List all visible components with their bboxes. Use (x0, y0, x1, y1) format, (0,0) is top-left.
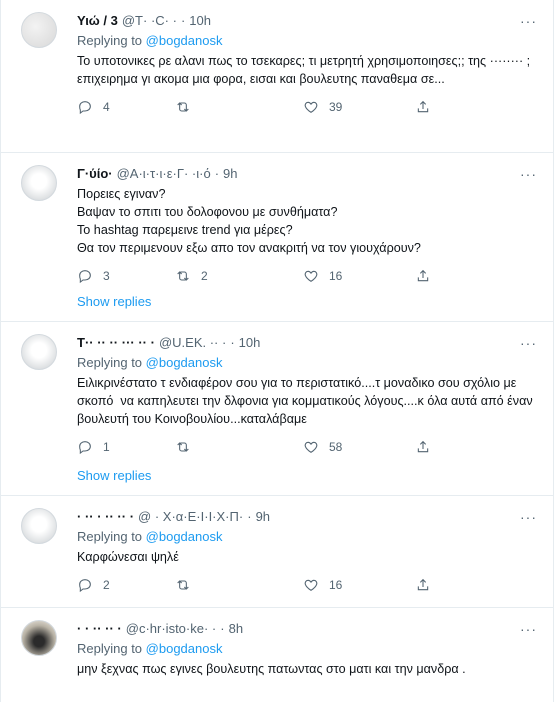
tweet-time[interactable]: 9h (223, 165, 237, 183)
replying-to: Replying to @bogdanosk (77, 641, 223, 656)
replying-to: Replying to @bogdanosk (77, 529, 223, 544)
tweet-text: Το υποτονικες ρε αλανι πως το τσεκαρες; … (77, 54, 534, 86)
tweet-time[interactable]: 9h (256, 508, 270, 526)
tweet-text: Πορειες εγιναν? Βαψαν το σπιτι του δολοφ… (77, 187, 421, 255)
reply-icon (79, 270, 91, 284)
heart-icon (304, 270, 318, 282)
show-replies-link[interactable]: Show replies (1, 460, 553, 496)
tweet-time[interactable]: 10h (189, 12, 211, 30)
share-button[interactable] (415, 439, 431, 455)
author-name[interactable]: · ·· · ·· ·· · (77, 508, 134, 526)
author-handle[interactable]: @ · Χ·α·Ε·Ι·Ι·Χ·Π· (138, 508, 243, 526)
share-icon (417, 269, 429, 282)
heart-icon (304, 101, 318, 113)
author-handle[interactable]: @Α·ι·τ·ι·ε·Γ· ·ι·ό (117, 165, 211, 183)
reply-button[interactable]: 2 (77, 577, 175, 593)
reply-button[interactable]: 3 (77, 268, 175, 284)
like-button[interactable]: 39 (303, 99, 415, 115)
tweet-text: Καρφώνεσαι ψηλέ (77, 550, 179, 564)
avatar[interactable] (21, 165, 57, 201)
retweet-button[interactable] (175, 577, 303, 593)
share-button[interactable] (415, 577, 431, 593)
retweet-button[interactable]: 2 (175, 268, 303, 284)
reply-button[interactable]: 1 (77, 439, 175, 455)
tweet[interactable]: · · ·· ·· · @c·hr·isto·ke· · · 8h Replyi… (1, 608, 553, 702)
more-icon[interactable]: ··· (520, 167, 537, 181)
avatar[interactable] (21, 12, 57, 48)
author-handle[interactable]: @c·hr·isto·ke· · (126, 620, 216, 638)
tweet[interactable]: Τ·· ·· ·· ··· ·· · @U.ΕΚ. ·· · · 10h Rep… (1, 322, 553, 460)
more-icon[interactable]: ··· (520, 510, 537, 524)
author-name[interactable]: Τ·· ·· ·· ··· ·· · (77, 334, 155, 352)
mention-link[interactable]: @bogdanosk (146, 641, 223, 656)
avatar[interactable] (21, 620, 57, 656)
retweet-icon (177, 442, 189, 452)
retweet-button[interactable] (175, 439, 303, 455)
mention-link[interactable]: @bogdanosk (146, 33, 223, 48)
retweet-icon (177, 580, 189, 590)
tweet-text: μην ξεχνας πως εγινες βουλευτης πατωντας… (77, 662, 466, 676)
replying-to: Replying to @bogdanosk (77, 33, 223, 48)
retweet-icon (177, 102, 189, 112)
avatar[interactable] (21, 334, 57, 370)
share-button[interactable] (415, 268, 431, 284)
like-button[interactable]: 16 (303, 577, 415, 593)
like-button[interactable]: 16 (303, 268, 415, 284)
tweet[interactable]: Υιώ / 3 @T· ·C· · · 10h Replying to @bog… (1, 0, 553, 153)
reply-icon (79, 101, 91, 115)
author-handle[interactable]: @T· ·C· · (122, 12, 177, 30)
tweet-actions: 2 16 (77, 570, 539, 600)
author-name[interactable]: Υιώ / 3 (77, 12, 118, 30)
share-button[interactable] (415, 99, 431, 115)
avatar[interactable] (21, 508, 57, 544)
share-icon (417, 100, 429, 113)
mention-link[interactable]: @bogdanosk (146, 529, 223, 544)
share-icon (417, 440, 429, 453)
tweet[interactable]: Γ·ύίο· @Α·ι·τ·ι·ε·Γ· ·ι·ό · 9h Πορειες ε… (1, 153, 553, 286)
more-icon[interactable]: ··· (520, 622, 537, 636)
show-replies-link[interactable]: Show replies (1, 286, 553, 322)
tweet-actions: 1 58 (77, 432, 539, 462)
reply-button[interactable]: 4 (77, 99, 175, 115)
author-name[interactable]: · · ·· ·· · (77, 620, 122, 638)
reply-icon (79, 579, 91, 593)
heart-icon (304, 579, 318, 591)
tweet-actions: 4 39 (77, 92, 539, 122)
like-button[interactable]: 58 (303, 439, 415, 455)
more-icon[interactable]: ··· (520, 14, 537, 28)
author-handle[interactable]: @U.ΕΚ. ·· · (159, 334, 226, 352)
tweet-actions: 3 2 16 (77, 261, 539, 291)
reply-feed: Υιώ / 3 @T· ·C· · · 10h Replying to @bog… (0, 0, 554, 702)
tweet-text: Ειλικρινέστατο τ ενδιαφέρον σου για το π… (77, 376, 537, 426)
retweet-icon (177, 271, 189, 281)
retweet-button[interactable] (175, 99, 303, 115)
more-icon[interactable]: ··· (520, 336, 537, 350)
reply-icon (79, 441, 91, 455)
mention-link[interactable]: @bogdanosk (146, 355, 223, 370)
heart-icon (304, 441, 318, 453)
tweet-time[interactable]: 10h (239, 334, 261, 352)
share-icon (417, 578, 429, 591)
tweet-time[interactable]: 8h (229, 620, 243, 638)
author-name[interactable]: Γ·ύίο· (77, 165, 113, 183)
replying-to: Replying to @bogdanosk (77, 355, 223, 370)
tweet[interactable]: · ·· · ·· ·· · @ · Χ·α·Ε·Ι·Ι·Χ·Π· · 9h R… (1, 496, 553, 608)
